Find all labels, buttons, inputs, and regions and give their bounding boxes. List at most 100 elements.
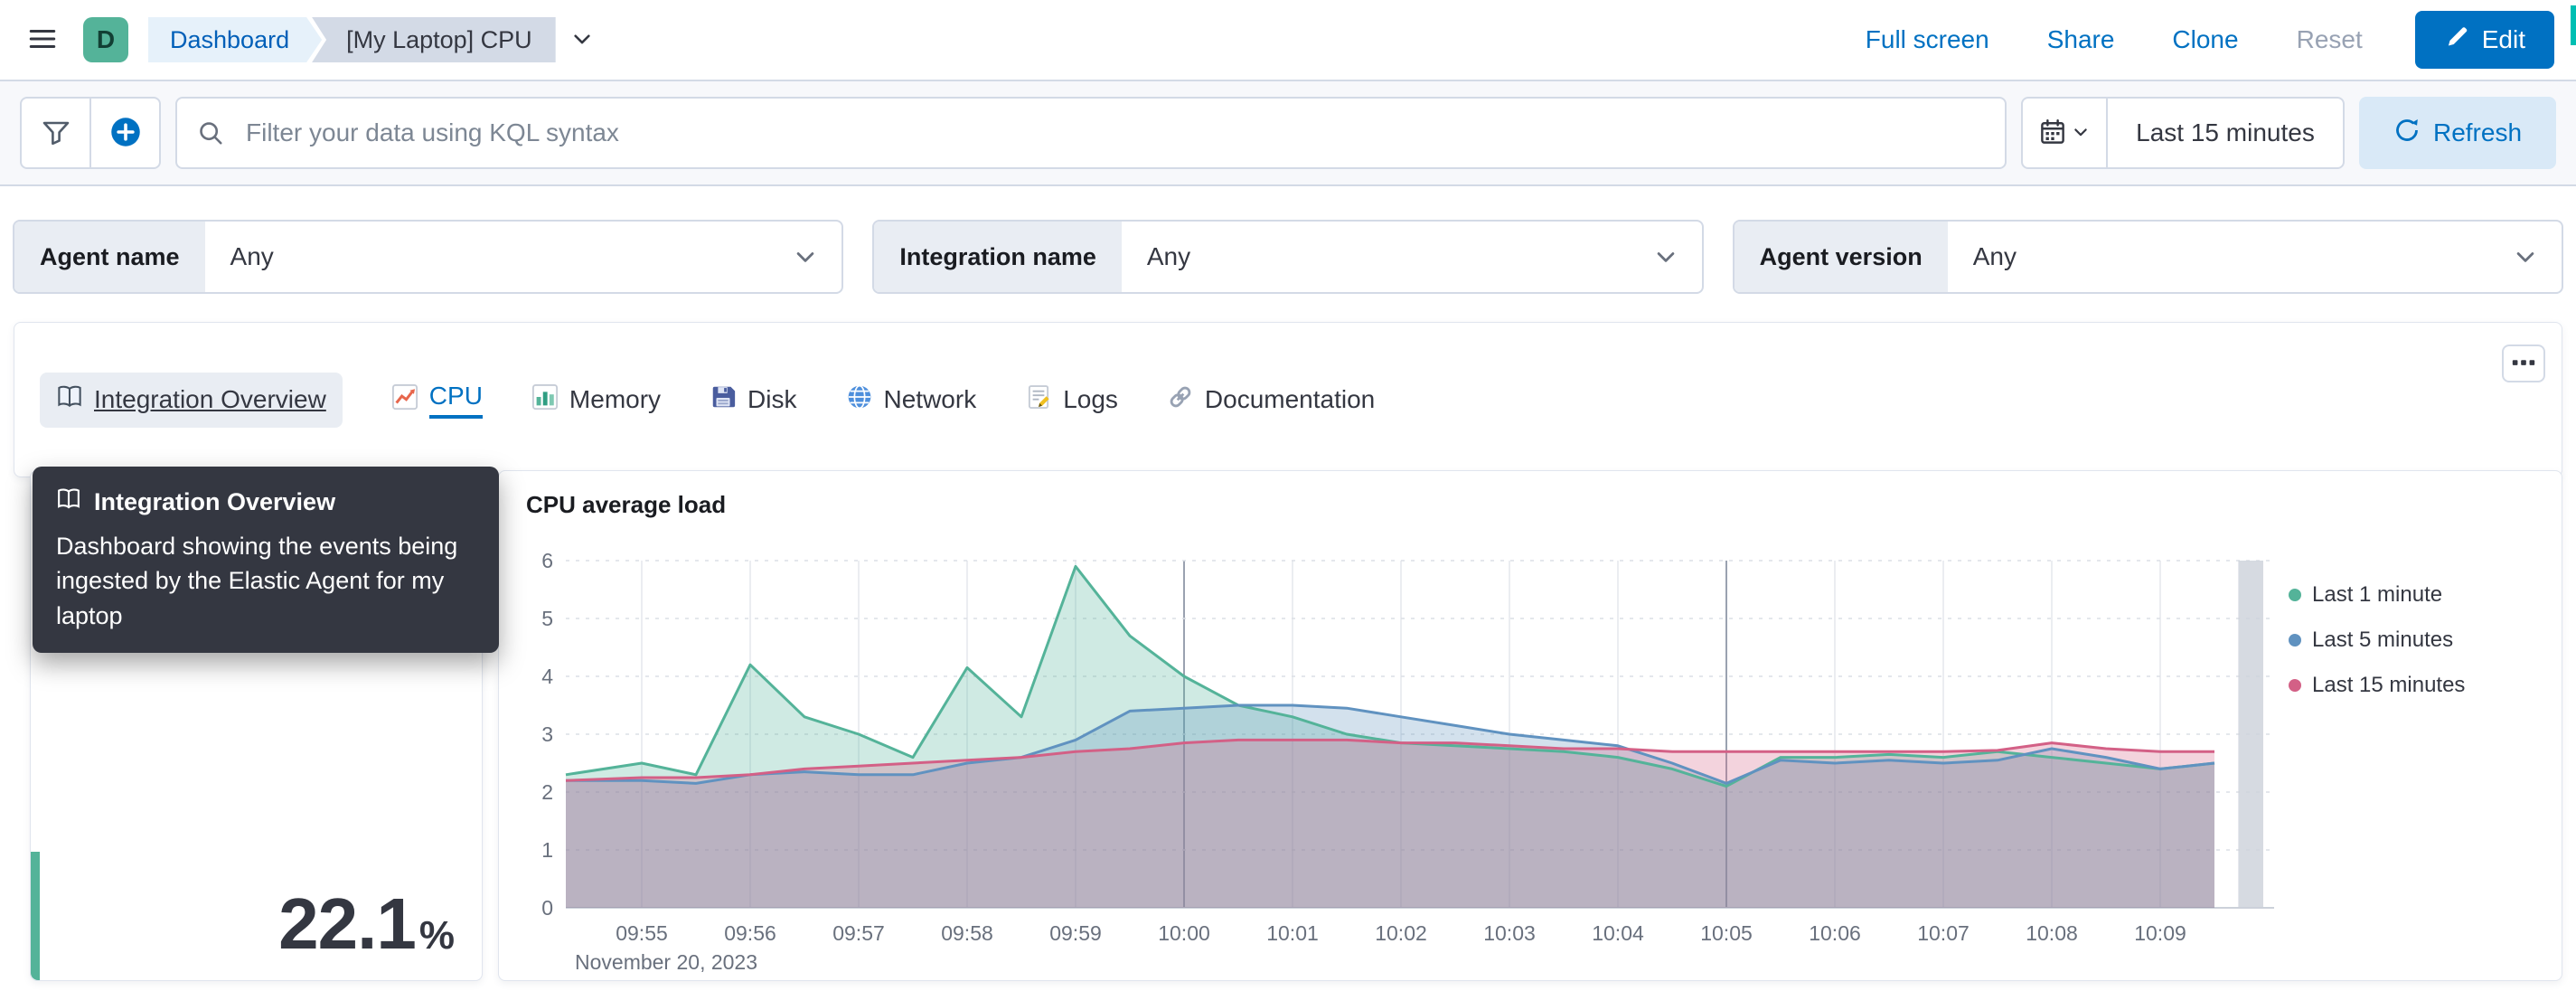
tab-label: Documentation <box>1204 385 1376 413</box>
edit-button[interactable]: Edit <box>2414 11 2554 69</box>
time-range-value[interactable]: Last 15 minutes <box>2108 99 2343 167</box>
book-icon <box>56 486 81 518</box>
legend-label: Last 5 minutes <box>2312 628 2454 652</box>
edge-accent-bar <box>2571 5 2576 45</box>
dashboard-controls-row: Agent name Any Integration name Any Agen… <box>0 186 2576 322</box>
query-toolbar: Last 15 minutes Refresh <box>0 81 2576 186</box>
tab-label: Network <box>883 385 977 413</box>
agent-version-value: Any <box>1972 242 2017 270</box>
space-avatar[interactable]: D <box>83 17 128 62</box>
legend-item-last-5-minutes[interactable]: Last 5 minutes <box>2289 628 2524 653</box>
floppy-disk-icon <box>710 383 737 417</box>
svg-text:10:05: 10:05 <box>1700 921 1753 945</box>
tooltip-title: Integration Overview <box>94 488 336 515</box>
calendar-icon <box>2039 118 2066 148</box>
tab-disk[interactable]: Disk <box>710 383 797 417</box>
clone-button[interactable]: Clone <box>2167 24 2243 55</box>
tab-logs[interactable]: Logs <box>1025 383 1118 417</box>
boxes-horizontal-icon <box>2510 349 2537 379</box>
breadcrumb-current-dashboard[interactable]: [My Laptop] CPU <box>312 17 556 62</box>
plus-in-circle-icon <box>109 116 142 151</box>
svg-text:3: 3 <box>541 722 553 746</box>
svg-text:1: 1 <box>541 838 553 862</box>
menu-button[interactable] <box>22 18 63 62</box>
globe-icon <box>846 383 873 417</box>
chevron-down-icon <box>1653 222 1702 292</box>
svg-text:10:02: 10:02 <box>1375 921 1427 945</box>
metric-accent-bar <box>31 852 40 980</box>
tab-label: CPU <box>428 382 483 419</box>
breadcrumb: Dashboard [My Laptop] CPU <box>148 17 599 62</box>
tab-memory[interactable]: Memory <box>531 383 661 417</box>
add-filter-button[interactable] <box>22 99 89 167</box>
line-chart-icon <box>391 383 418 417</box>
svg-text:2: 2 <box>541 780 553 804</box>
date-picker-group: Last 15 minutes <box>2021 97 2345 169</box>
agent-name-control[interactable]: Agent name Any <box>13 220 844 294</box>
chevron-down-icon <box>2513 222 2562 292</box>
metric-number: 22.1 <box>278 883 417 964</box>
filter-button-group <box>20 97 161 169</box>
svg-text:10:04: 10:04 <box>1592 921 1644 945</box>
legend-label: Last 1 minute <box>2312 582 2443 607</box>
svg-text:10:07: 10:07 <box>1917 921 1970 945</box>
svg-text:10:03: 10:03 <box>1483 921 1536 945</box>
legend-item-last-1-minute[interactable]: Last 1 minute <box>2289 582 2524 608</box>
panel-options-button[interactable] <box>2502 344 2545 382</box>
header-bar: D Dashboard [My Laptop] CPU Full screen … <box>0 0 2576 81</box>
bar-chart-icon <box>531 383 559 417</box>
kibana-dashboard-app: D Dashboard [My Laptop] CPU Full screen … <box>0 0 2576 991</box>
svg-text:09:57: 09:57 <box>832 921 885 945</box>
kql-search <box>175 97 2007 169</box>
tab-network[interactable]: Network <box>846 383 977 417</box>
tab-label: Integration Overview <box>94 385 326 413</box>
svg-text:10:01: 10:01 <box>1266 921 1319 945</box>
agent-version-control[interactable]: Agent version Any <box>1732 220 2563 294</box>
svg-text:10:08: 10:08 <box>2026 921 2078 945</box>
tab-integration-overview[interactable]: Integration Overview <box>40 372 343 428</box>
svg-text:4: 4 <box>541 665 553 688</box>
integration-name-value: Any <box>1146 242 1191 270</box>
chart-body: 09:55 09:56 09:57 09:58 09:59 10:00 10:01 10:02… <box>517 546 2543 973</box>
svg-text:09:55: 09:55 <box>616 921 668 945</box>
metric-unit: % <box>418 913 455 958</box>
navigation-links-panel: Integration Overview CPU Memory Disk Net… <box>14 322 2562 477</box>
integration-name-control[interactable]: Integration name Any <box>872 220 1704 294</box>
refresh-icon <box>2393 117 2421 150</box>
reset-button[interactable]: Reset <box>2291 24 2368 55</box>
add-control-button[interactable] <box>91 99 159 167</box>
filter-funnel-icon <box>42 118 71 149</box>
breadcrumb-dashboard[interactable]: Dashboard <box>148 17 322 62</box>
integration-name-label: Integration name <box>874 222 1122 292</box>
hamburger-icon <box>27 24 58 57</box>
svg-text:0: 0 <box>541 896 553 920</box>
metric-value: 22.1 % <box>278 882 455 966</box>
agent-name-value: Any <box>230 242 274 270</box>
share-button[interactable]: Share <box>2042 24 2120 55</box>
edit-button-label: Edit <box>2481 25 2525 53</box>
date-quick-select-button[interactable] <box>2023 99 2106 167</box>
memo-icon <box>1025 383 1052 417</box>
book-icon <box>56 383 83 417</box>
tab-cpu[interactable]: CPU <box>391 382 483 419</box>
legend-dot <box>2289 679 2301 692</box>
svg-text:5: 5 <box>541 607 553 630</box>
tab-label: Logs <box>1063 385 1118 413</box>
svg-text:09:59: 09:59 <box>1049 921 1102 945</box>
chart-legend: Last 1 minute Last 5 minutes Last 15 min… <box>2289 546 2524 973</box>
header-actions: Full screen Share Clone Reset Edit <box>1860 11 2554 69</box>
breadcrumb-menu-button[interactable] <box>565 22 599 59</box>
full-screen-button[interactable]: Full screen <box>1860 24 1995 55</box>
legend-dot <box>2289 589 2301 601</box>
legend-item-last-15-minutes[interactable]: Last 15 minutes <box>2289 673 2524 698</box>
svg-text:09:58: 09:58 <box>941 921 993 945</box>
cpu-load-area-chart[interactable]: 09:55 09:56 09:57 09:58 09:59 10:00 10:01 10:02… <box>517 546 2289 973</box>
tab-label: Memory <box>569 385 662 413</box>
refresh-button[interactable]: Refresh <box>2359 97 2556 169</box>
legend-label: Last 15 minutes <box>2312 673 2466 697</box>
kql-search-input[interactable] <box>175 97 2007 169</box>
cpu-average-load-panel: CPU average load 09:55 09:56 09:57 09:58 09:… <box>498 470 2562 981</box>
tab-label: Disk <box>747 385 797 413</box>
tab-documentation[interactable]: Documentation <box>1167 383 1375 417</box>
tooltip-body: Dashboard showing the events being inges… <box>56 533 458 629</box>
